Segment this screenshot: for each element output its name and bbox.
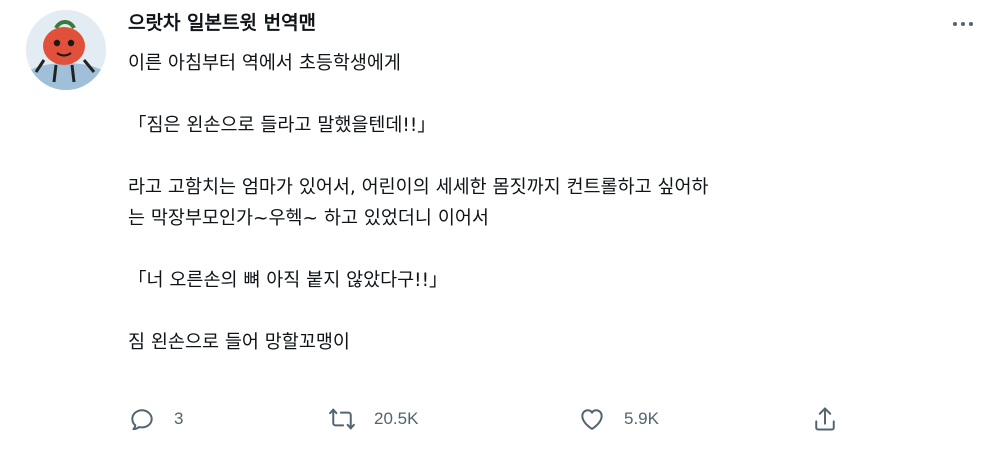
tweet: 으랏차 일본트윗 번역맨 이른 아침부터 역에서 초등학생에게 「짐은 왼손으로… [0, 0, 1000, 456]
avatar[interactable] [26, 10, 106, 90]
tweet-text: 이른 아침부터 역에서 초등학생에게 「짐은 왼손으로 들라고 말했을텐데!!」… [128, 48, 978, 358]
retweet-icon [329, 408, 355, 430]
like-count: 5.9K [624, 409, 659, 428]
reply-icon [131, 409, 153, 431]
reply-count: 3 [174, 409, 184, 428]
tweet-line: 이른 아침부터 역에서 초등학생에게 [128, 53, 401, 74]
tweet-line: 「짐은 왼손으로 들라고 말했을텐데!!」 [128, 115, 436, 136]
tweet-line: 「너 오른손의 뼈 아직 붙지 않았다구!!」 [128, 270, 448, 291]
author-display-name[interactable]: 으랏차 일본트윗 번역맨 [128, 10, 316, 36]
avatar-illustration [26, 10, 106, 90]
share-icon [815, 407, 835, 431]
retweet-count: 20.5K [374, 409, 419, 428]
like-button[interactable]: 5.9K [578, 402, 659, 436]
more-icon[interactable] [946, 10, 980, 38]
heart-icon [581, 409, 603, 430]
tweet-actions: 3 20.5K 5.9K [128, 402, 848, 436]
tweet-line: 짐 왼손으로 들어 망할꼬맹이 [128, 332, 350, 353]
share-button[interactable] [811, 402, 839, 436]
retweet-button[interactable]: 20.5K [328, 402, 418, 436]
reply-button[interactable]: 3 [128, 402, 183, 436]
tweet-line: 는 막장부모인가~우헥~ 하고 있었더니 이어서 [128, 208, 489, 229]
tweet-line: 라고 고함치는 엄마가 있어서, 어린이의 세세한 몸짓까지 컨트롤하고 싶어하 [128, 177, 709, 198]
